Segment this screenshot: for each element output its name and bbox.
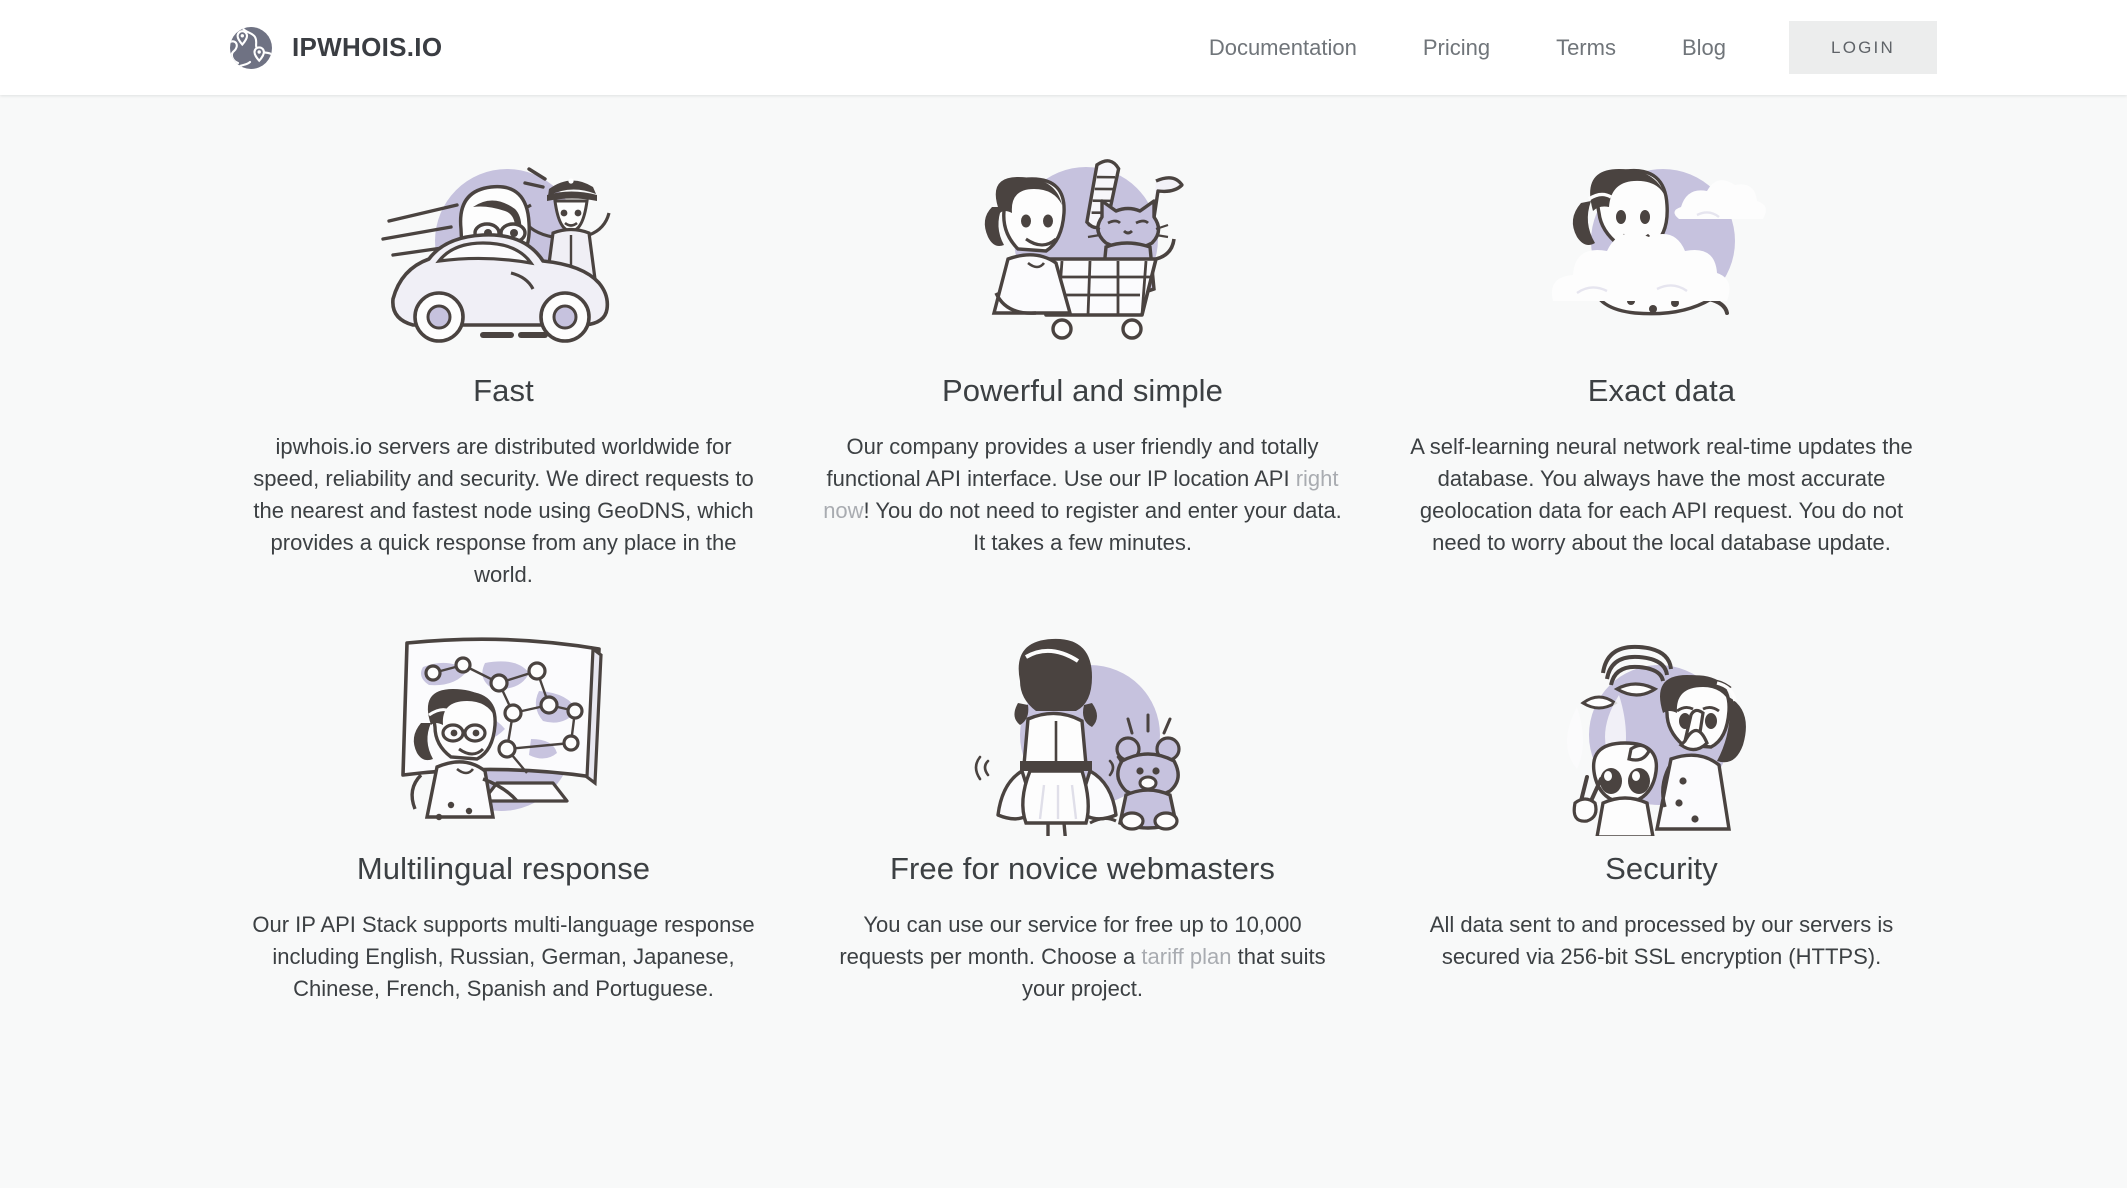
feature-description-text-after: ! You do not need to register and enter …: [863, 497, 1342, 555]
nav-link-documentation[interactable]: Documentation: [1176, 36, 1390, 59]
feature-description-text: A self-learning neural network real-time…: [1410, 434, 1913, 555]
main-navigation: Documentation Pricing Terms Blog LOGIN: [1176, 21, 1937, 74]
features-row-one: Fast ipwhois.io servers are distributed …: [0, 95, 2127, 591]
feature-description: ipwhois.io servers are distributed world…: [240, 431, 767, 590]
login-button[interactable]: LOGIN: [1789, 21, 1937, 74]
feature-card-powerful-and-simple: Powerful and simple Our company provides…: [807, 113, 1358, 591]
woman-reclining-on-cloud-illustration: [1550, 168, 1766, 316]
woman-at-screen-with-world-map-network-illustration: [400, 637, 603, 820]
feature-title: Powerful and simple: [941, 373, 1224, 408]
feature-title: Security: [1605, 850, 1718, 886]
feature-card-exact-data: Exact data A self-learning neural networ…: [1386, 113, 1937, 591]
brand-logo-link[interactable]: IPWHOIS.IO: [228, 25, 442, 71]
feature-card-security: Security All data sent to and processed …: [1386, 609, 1937, 1005]
feature-description-text: All data sent to and processed by our se…: [1429, 911, 1894, 969]
feature-description: All data sent to and processed by our se…: [1398, 909, 1925, 973]
feature-title: Exact data: [1587, 373, 1736, 408]
feature-description-text: ipwhois.io servers are distributed world…: [253, 434, 754, 587]
feature-title: Free for novice webmasters: [889, 850, 1276, 886]
header-inner: IPWHOIS.IO Documentation Pricing Terms B…: [0, 21, 2127, 74]
woman-curtseying-with-teddy-bear-illustration: [974, 638, 1181, 836]
feature-description: You can use our service for free up to 1…: [819, 909, 1346, 1005]
woman-driving-sports-car-with-police-officer-illustration: [380, 167, 611, 343]
feature-description: Our IP API Stack supports multi-language…: [240, 909, 767, 1005]
woman-shushing-with-alien-illustration: [1566, 644, 1746, 836]
feature-description: Our company provides a user friendly and…: [819, 431, 1346, 559]
feature-card-multilingual-response: Multilingual response Our IP API Stack s…: [228, 609, 779, 1005]
globe-map-pins-icon: [230, 26, 272, 69]
feature-card-free-for-novice-webmasters: Free for novice webmasters You can use o…: [807, 609, 1358, 1005]
feature-description-text: Our IP API Stack supports multi-language…: [252, 911, 755, 1001]
site-header: IPWHOIS.IO Documentation Pricing Terms B…: [0, 0, 2127, 95]
feature-title: Fast: [473, 373, 534, 408]
brand-name: IPWHOIS.IO: [292, 32, 443, 62]
woman-with-shopping-cart-cat-bread-illustration: [984, 159, 1184, 340]
feature-card-fast: Fast ipwhois.io servers are distributed …: [228, 113, 779, 591]
feature-description: A self-learning neural network real-time…: [1398, 431, 1925, 559]
feature-description-text: Our company provides a user friendly and…: [826, 434, 1319, 492]
nav-link-blog[interactable]: Blog: [1649, 36, 1759, 59]
features-row-two: Multilingual response Our IP API Stack s…: [0, 591, 2127, 1005]
tariff-plan-link[interactable]: tariff plan: [1141, 944, 1231, 969]
feature-title: Multilingual response: [356, 850, 651, 886]
nav-link-pricing[interactable]: Pricing: [1390, 36, 1523, 59]
nav-link-terms[interactable]: Terms: [1523, 36, 1649, 59]
